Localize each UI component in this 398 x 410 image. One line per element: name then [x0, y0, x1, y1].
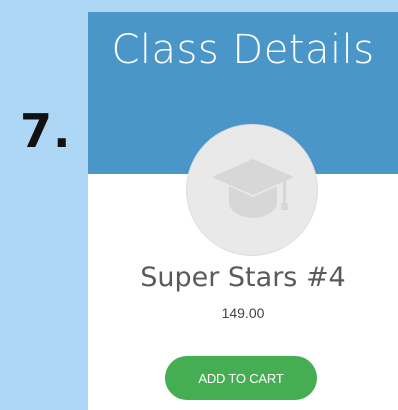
class-price: 149.00	[221, 305, 265, 321]
step-number: 7.	[20, 104, 72, 158]
class-image-placeholder	[186, 124, 318, 256]
card-title: Class Details	[111, 27, 375, 73]
add-to-cart-button[interactable]: ADD TO CART	[165, 356, 317, 400]
graduation-cap-icon	[212, 159, 294, 218]
class-name: Super Stars #4	[140, 262, 346, 293]
class-details-card: Class Details Super Stars #4 149.00 ADD …	[88, 12, 398, 410]
